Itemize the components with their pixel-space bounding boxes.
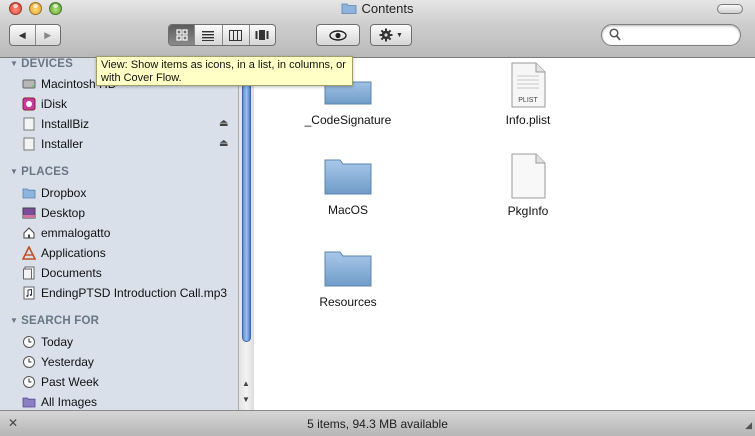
folder-icon bbox=[324, 251, 372, 287]
title-toolbar: Contents ◀ ▶ ▼ bbox=[0, 0, 755, 58]
disclosure-triangle-icon: ▼ bbox=[10, 316, 19, 325]
gear-icon bbox=[379, 28, 393, 42]
sidebar-scrollbar[interactable]: ▲ ▼ bbox=[238, 58, 254, 410]
folder-icon bbox=[342, 3, 357, 14]
sidebar-item-audio-file[interactable]: EndingPTSD Introduction Call.mp3 bbox=[22, 284, 227, 302]
disk-image-icon bbox=[23, 117, 35, 131]
back-forward-group: ◀ ▶ bbox=[9, 24, 61, 46]
back-arrow-icon: ◀ bbox=[18, 29, 26, 40]
file-icon-view: _CodeSignature PLIST Info.plist MacOS Pk… bbox=[254, 58, 755, 410]
icon-view-button[interactable] bbox=[169, 25, 196, 45]
window-title: Contents bbox=[0, 1, 755, 16]
clock-icon bbox=[23, 336, 35, 348]
disclosure-triangle-icon: ▼ bbox=[10, 59, 19, 68]
cover-flow-icon bbox=[255, 30, 269, 40]
search-icon bbox=[609, 28, 621, 41]
folder-icon bbox=[22, 188, 36, 199]
sidebar-header-devices[interactable]: ▼ DEVICES bbox=[10, 58, 73, 70]
sidebar: ▼ DEVICES Macintosh HD iDisk InstallBiz ⏏… bbox=[0, 58, 238, 410]
sidebar-item-today[interactable]: Today bbox=[22, 333, 73, 351]
sidebar-item-home[interactable]: emmalogatto bbox=[22, 224, 110, 242]
sidebar-item-installer[interactable]: Installer bbox=[22, 135, 83, 153]
file-label: Resources bbox=[319, 295, 377, 309]
view-mode-group bbox=[168, 24, 276, 46]
file-item-macos[interactable]: MacOS bbox=[278, 156, 418, 217]
back-button[interactable]: ◀ bbox=[10, 25, 36, 45]
sidebar-item-desktop[interactable]: Desktop bbox=[22, 204, 85, 222]
window-title-text: Contents bbox=[361, 1, 414, 16]
sidebar-item-yesterday[interactable]: Yesterday bbox=[22, 353, 94, 371]
list-view-button[interactable] bbox=[195, 25, 223, 45]
sidebar-item-all-images[interactable]: All Images bbox=[22, 393, 97, 410]
eject-icon[interactable]: ⏏ bbox=[219, 118, 228, 129]
clock-icon bbox=[23, 356, 35, 368]
desktop-icon bbox=[22, 207, 36, 219]
icon-view-icon bbox=[176, 29, 188, 41]
sidebar-scroll-thumb[interactable] bbox=[242, 60, 251, 342]
forward-arrow-icon: ▶ bbox=[44, 29, 52, 40]
idisk-icon bbox=[22, 97, 36, 111]
file-item-resources[interactable]: Resources bbox=[278, 248, 418, 309]
document-icon bbox=[511, 153, 546, 199]
disk-image-icon bbox=[23, 137, 35, 151]
toolbar-toggle-button[interactable] bbox=[717, 4, 743, 14]
action-menu-group: ▼ bbox=[370, 24, 412, 46]
list-view-icon bbox=[202, 30, 215, 41]
search-field[interactable] bbox=[601, 24, 741, 46]
sidebar-header-search-for[interactable]: ▼ SEARCH FOR bbox=[10, 315, 99, 327]
sidebar-item-dropbox[interactable]: Dropbox bbox=[22, 184, 86, 202]
quick-look-button[interactable] bbox=[317, 25, 359, 45]
smart-folder-icon bbox=[22, 397, 36, 408]
column-view-icon bbox=[229, 29, 243, 41]
sidebar-item-documents[interactable]: Documents bbox=[22, 264, 102, 282]
scroll-down-arrow-icon[interactable]: ▼ bbox=[242, 395, 250, 404]
disclosure-triangle-icon: ▼ bbox=[10, 167, 19, 176]
finder-window: Contents ◀ ▶ ▼ ▼ DEVICES Macintosh HD iD… bbox=[0, 0, 755, 436]
file-label: Info.plist bbox=[505, 113, 551, 127]
file-label: PkgInfo bbox=[507, 204, 549, 218]
file-label: _CodeSignature bbox=[304, 113, 392, 127]
hard-drive-icon bbox=[22, 79, 36, 89]
sidebar-header-places[interactable]: ▼ PLACES bbox=[10, 166, 69, 178]
sidebar-item-idisk[interactable]: iDisk bbox=[22, 95, 67, 113]
file-item-pkginfo[interactable]: PkgInfo bbox=[458, 153, 598, 218]
documents-icon bbox=[23, 266, 35, 280]
resize-grip-icon[interactable]: ◢ bbox=[745, 420, 752, 431]
action-menu-button[interactable]: ▼ bbox=[371, 25, 411, 45]
file-item-info-plist[interactable]: PLIST Info.plist bbox=[458, 62, 598, 127]
chevron-down-icon: ▼ bbox=[396, 31, 403, 39]
eject-icon[interactable]: ⏏ bbox=[219, 138, 228, 149]
sidebar-item-applications[interactable]: Applications bbox=[22, 244, 106, 262]
folder-icon bbox=[324, 159, 372, 195]
audio-file-icon bbox=[23, 286, 35, 300]
quick-look-group bbox=[316, 24, 360, 46]
search-input[interactable] bbox=[624, 27, 738, 45]
plist-document-icon: PLIST bbox=[511, 62, 546, 108]
home-icon bbox=[23, 227, 35, 239]
forward-button[interactable]: ▶ bbox=[36, 25, 61, 45]
sidebar-item-past-week[interactable]: Past Week bbox=[22, 373, 99, 391]
scroll-up-arrow-icon[interactable]: ▲ bbox=[242, 379, 250, 388]
view-tooltip: View: Show items as icons, in a list, in… bbox=[96, 56, 353, 86]
cover-flow-button[interactable] bbox=[250, 25, 275, 45]
file-label: MacOS bbox=[327, 203, 368, 217]
status-text: 5 items, 94.3 MB available bbox=[307, 417, 448, 431]
applications-icon bbox=[22, 246, 36, 260]
sidebar-item-installbiz[interactable]: InstallBiz bbox=[22, 115, 89, 133]
column-view-button[interactable] bbox=[223, 25, 250, 45]
eye-icon bbox=[329, 29, 347, 41]
clock-icon bbox=[23, 376, 35, 388]
status-bar: ✕ 5 items, 94.3 MB available ◢ bbox=[0, 410, 755, 436]
plist-badge: PLIST bbox=[518, 97, 538, 104]
